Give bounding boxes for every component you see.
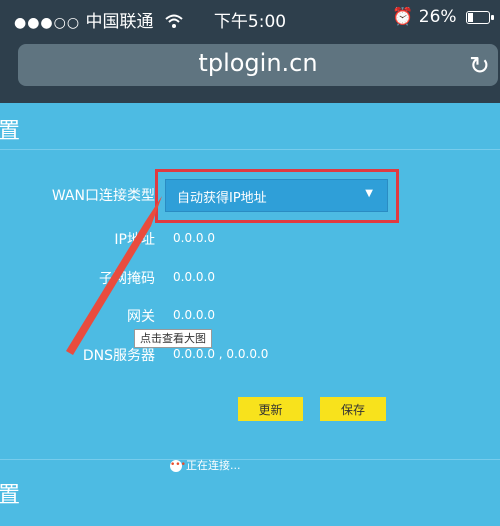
status-right: ⏰ 26%: [392, 7, 494, 27]
connecting-text: 正在连接...: [186, 459, 241, 472]
browser-chrome: ●●●○○ 中国联通 下午5:00 ⏰ 26% tplogin.cn ↻: [0, 0, 500, 103]
alarm-icon: ⏰: [392, 7, 414, 27]
section-footer: 置: [0, 459, 500, 526]
battery-percent: 26%: [418, 7, 457, 27]
tooltip: 点击查看大图: [134, 329, 212, 348]
url-text: tplogin.cn: [198, 49, 318, 77]
refresh-button[interactable]: 更新: [238, 397, 303, 421]
status-bar: ●●●○○ 中国联通 下午5:00 ⏰ 26%: [0, 0, 500, 34]
loading-icon: •••: [170, 460, 186, 472]
reload-icon[interactable]: ↻: [469, 51, 490, 80]
save-button[interactable]: 保存: [320, 397, 386, 421]
battery-icon: [466, 10, 494, 24]
connecting-status: •••正在连接...: [170, 457, 241, 473]
address-bar[interactable]: tplogin.cn ↻: [18, 44, 498, 86]
footer-title: 置: [0, 483, 21, 508]
router-page: 置 WAN口连接类型 自动获得IP地址 ▼ IP地址 0.0.0.0 子网掩码 …: [0, 103, 500, 525]
battery-fill: [468, 12, 473, 22]
